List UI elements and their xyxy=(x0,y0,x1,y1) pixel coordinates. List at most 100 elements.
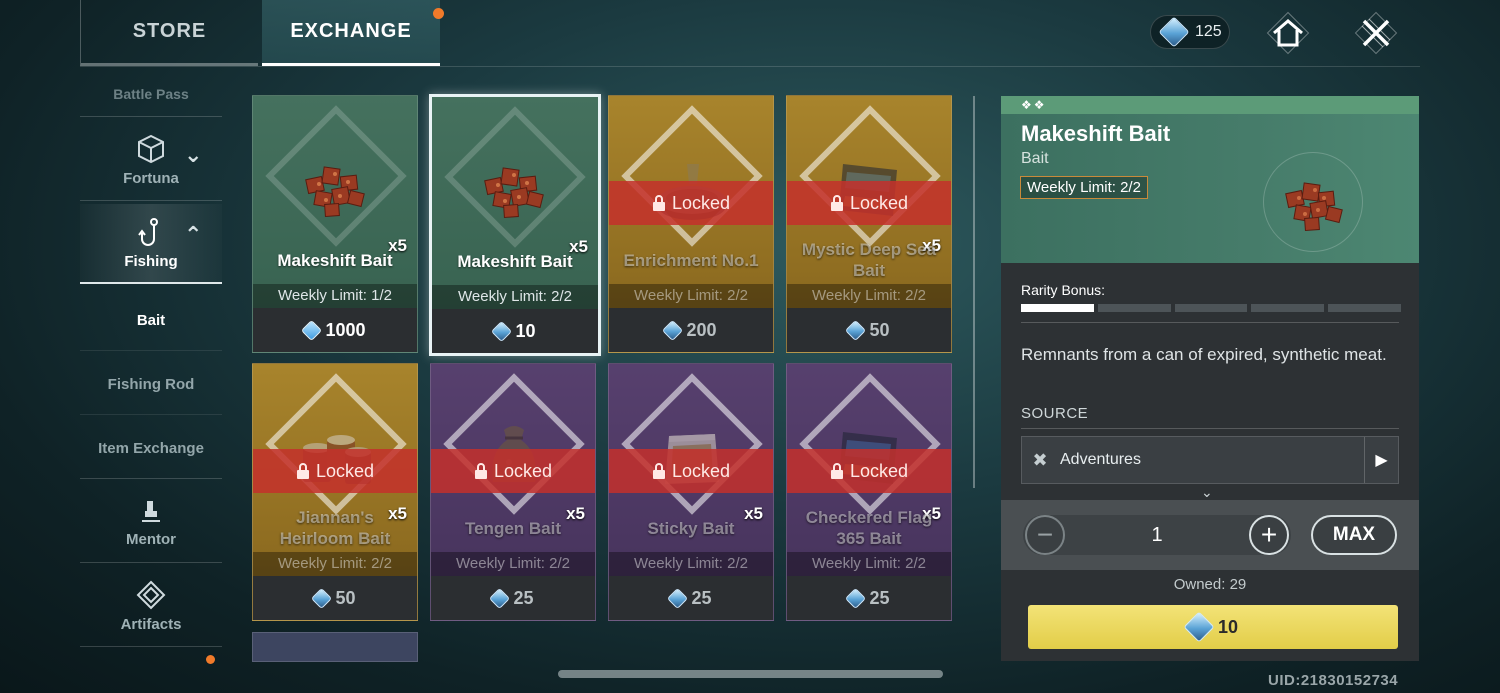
sidebar-item-artifacts[interactable]: Artifacts xyxy=(80,566,222,646)
grid-divider xyxy=(973,96,975,488)
sidebar-item-fishing[interactable]: Fishing ⌃ xyxy=(80,204,222,284)
locked-banner: Locked xyxy=(253,449,417,493)
item-card[interactable]: x5 Tengen Bait Weekly Limit: 2/2 25 Locked xyxy=(430,363,596,621)
source-label: SOURCE xyxy=(1021,405,1089,422)
locked-banner: Locked xyxy=(787,449,951,493)
close-button[interactable] xyxy=(1348,11,1404,55)
detail-separator xyxy=(1021,428,1399,429)
crystal-gem-icon xyxy=(662,319,684,341)
rarity-bonus-bar xyxy=(1021,304,1401,312)
item-weekly-limit: Weekly Limit: 2/2 xyxy=(609,284,773,308)
item-weekly-limit: Weekly Limit: 2/2 xyxy=(253,552,417,576)
sidebar-divider xyxy=(80,646,222,647)
item-name: Jiannan's Heirloom Bait xyxy=(279,508,391,548)
item-name: Sticky Bait xyxy=(647,518,735,538)
max-quantity-button[interactable]: MAX xyxy=(1311,515,1397,555)
item-name: Makeshift Bait xyxy=(277,250,393,270)
quantity-value[interactable]: 1 xyxy=(1067,515,1247,555)
item-price-value: 50 xyxy=(869,319,890,340)
item-price-value: 25 xyxy=(691,587,712,608)
lock-icon xyxy=(474,463,487,479)
rarity-segment xyxy=(1021,304,1094,312)
currency-amount: 125 xyxy=(1195,23,1222,40)
item-name: Mystic Deep Sea Bait xyxy=(801,240,937,280)
item-card[interactable]: Enrichment No.1 Weekly Limit: 2/2 200 Locke… xyxy=(608,95,774,353)
rarity-segment xyxy=(1251,304,1325,312)
item-name: Checkered Flag 365 Bait xyxy=(805,508,933,548)
item-weekly-limit: Weekly Limit: 2/2 xyxy=(787,284,951,308)
sidebar-item-label: Mentor xyxy=(126,530,176,548)
exchange-price: 10 xyxy=(1217,616,1239,637)
item-price-value: 25 xyxy=(869,587,890,608)
sidebar-divider xyxy=(80,414,222,415)
detail-separator xyxy=(1021,322,1399,323)
item-price-value: 10 xyxy=(515,320,536,341)
detail-category: Bait xyxy=(1021,150,1049,167)
locked-label: Locked xyxy=(671,460,731,481)
sidebar-item-label: Fortuna xyxy=(123,169,179,187)
item-card[interactable]: x5 Jiannan's Heirloom Bait Weekly Limit: 2… xyxy=(252,363,418,621)
rarity-strip xyxy=(1001,96,1419,114)
exchange-button[interactable]: 10 xyxy=(1028,605,1398,649)
item-card[interactable]: x5 Makeshift Bait Weekly Limit: 2/2 10 xyxy=(429,94,601,356)
item-weekly-limit: Weekly Limit: 2/2 xyxy=(432,285,598,309)
sidebar-subitem-fishing-rod[interactable]: Fishing Rod xyxy=(80,376,222,393)
fishing-hook-icon xyxy=(138,217,158,246)
locked-banner: Locked xyxy=(787,181,951,225)
currency-display[interactable]: 125 xyxy=(1150,15,1230,49)
rarity-segment xyxy=(1328,304,1401,312)
cube-icon xyxy=(138,134,164,163)
item-price: 1000 xyxy=(253,308,417,352)
item-card[interactable]: x5 Mystic Deep Sea Bait Weekly Limit: 2/2 5… xyxy=(786,95,952,353)
notification-dot xyxy=(206,655,215,664)
increase-quantity-button[interactable]: + xyxy=(1249,515,1289,555)
item-weekly-limit: Weekly Limit: 2/2 xyxy=(431,552,595,576)
detail-title: Makeshift Bait xyxy=(1021,121,1171,146)
lock-icon xyxy=(296,463,309,479)
item-card[interactable]: x5 Checkered Flag 365 Bait Weekly Limit: 2… xyxy=(786,363,952,621)
grid-scrollbar[interactable] xyxy=(558,670,943,678)
lock-icon xyxy=(652,463,665,479)
tab-exchange[interactable]: EXCHANGE xyxy=(262,0,444,66)
meat-bait-icon xyxy=(484,167,544,219)
next-row-card[interactable] xyxy=(252,632,418,662)
locked-label: Locked xyxy=(315,460,375,481)
sidebar-subitem-item-exchange[interactable]: Item Exchange xyxy=(80,440,222,457)
home-button[interactable] xyxy=(1260,11,1316,55)
locked-label: Locked xyxy=(493,460,553,481)
sidebar-item-battle-pass[interactable]: Battle Pass xyxy=(80,86,222,102)
locked-banner: Locked xyxy=(431,449,595,493)
play-arrow-icon[interactable]: ▶ xyxy=(1364,437,1398,483)
item-card[interactable]: x5 Makeshift Bait Weekly Limit: 1/2 1000 xyxy=(252,95,418,353)
item-price-value: 1000 xyxy=(325,319,366,340)
sidebar-item-fortuna[interactable]: Fortuna ⌄ xyxy=(80,120,222,200)
crystal-gem-icon xyxy=(845,587,867,609)
crystal-gem-icon xyxy=(1183,611,1215,643)
sidebar-item-label: Artifacts xyxy=(120,615,182,633)
decrease-quantity-button[interactable]: − xyxy=(1025,515,1065,555)
sidebar-subitem-bait[interactable]: Bait xyxy=(80,312,222,329)
tab-store[interactable]: STORE xyxy=(80,0,258,66)
chevron-down-icon: ⌄ xyxy=(1201,484,1213,500)
header-divider xyxy=(80,66,1420,67)
notification-dot xyxy=(433,8,444,19)
locked-banner: Locked xyxy=(609,181,773,225)
item-card[interactable]: x5 Sticky Bait Weekly Limit: 2/2 25 Locked xyxy=(608,363,774,621)
meat-bait-icon xyxy=(305,166,365,218)
rarity-segment xyxy=(1097,304,1171,312)
crystal-gem-icon xyxy=(845,319,867,341)
locked-label: Locked xyxy=(849,192,909,213)
locked-label: Locked xyxy=(849,460,909,481)
item-price: 25 xyxy=(431,576,595,620)
crystal-gem-icon xyxy=(667,587,689,609)
item-price: 200 xyxy=(609,308,773,352)
crystal-gem-icon xyxy=(491,320,513,342)
item-price-value: 200 xyxy=(686,319,717,340)
crystal-gem-icon xyxy=(311,587,333,609)
crystal-gem-icon xyxy=(1158,16,1190,48)
source-adventures-row[interactable]: ✖ Adventures ▶ xyxy=(1021,436,1399,484)
item-price: 50 xyxy=(253,576,417,620)
item-name: Makeshift Bait xyxy=(457,251,573,271)
sidebar-item-mentor[interactable]: Mentor xyxy=(80,482,222,562)
item-name: Enrichment No.1 xyxy=(623,250,759,270)
